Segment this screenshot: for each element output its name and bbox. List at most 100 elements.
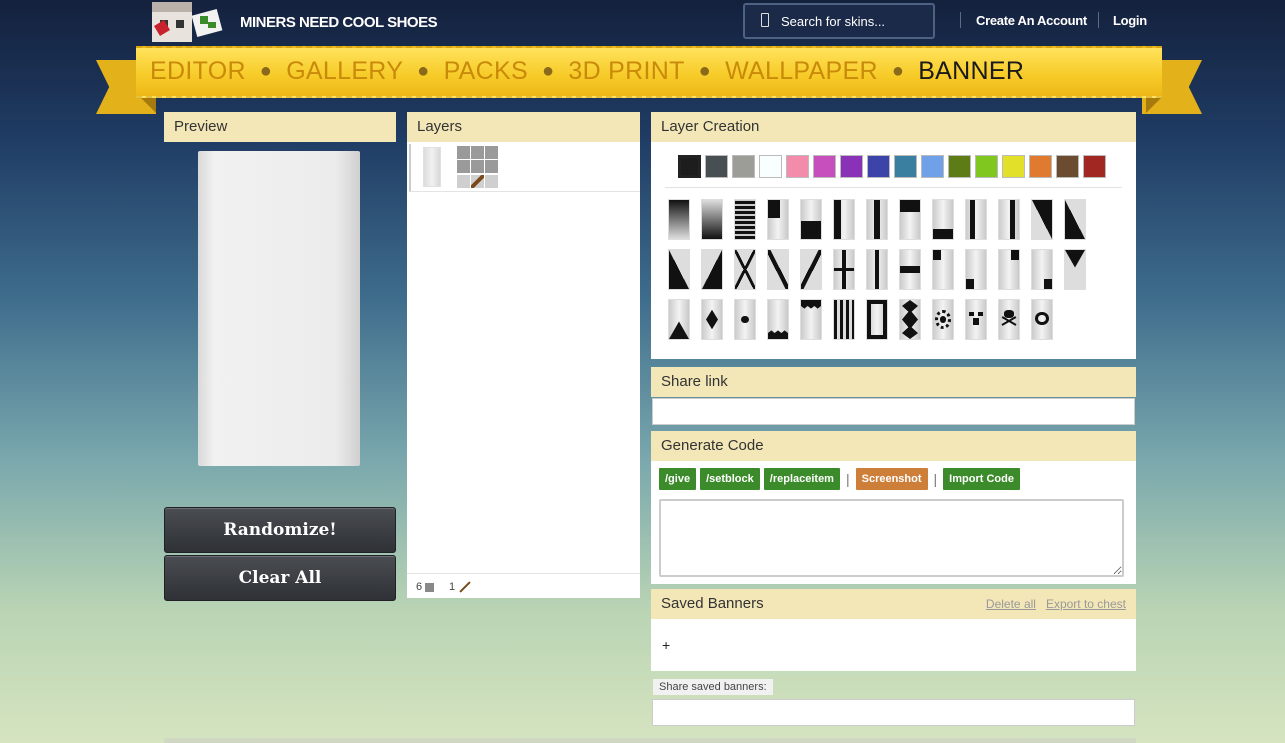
pattern-plus[interactable]: [833, 249, 855, 290]
separator: |: [845, 471, 850, 487]
stick-count: 1: [449, 581, 472, 593]
pattern-rhombus[interactable]: [701, 299, 723, 340]
color-swatch[interactable]: [1029, 155, 1052, 178]
color-swatch[interactable]: [1056, 155, 1079, 178]
color-swatch[interactable]: [813, 155, 836, 178]
logo-icon[interactable]: [150, 0, 228, 46]
nav-editor[interactable]: EDITOR: [150, 57, 246, 86]
pattern-bottom-stripe[interactable]: [932, 199, 954, 240]
pattern-border[interactable]: [866, 299, 888, 340]
nav-3d-print[interactable]: 3D PRINT: [568, 57, 684, 86]
add-saved-banner[interactable]: +: [662, 637, 670, 653]
pattern-bricks[interactable]: [734, 199, 756, 240]
nav-separator: ●: [259, 60, 273, 82]
code-output[interactable]: [659, 499, 1124, 577]
pattern-small-tl[interactable]: [932, 249, 954, 290]
color-palette: [678, 155, 1106, 178]
divider: [960, 12, 961, 28]
color-swatch[interactable]: [867, 155, 890, 178]
pattern-tri-left[interactable]: [668, 249, 690, 290]
color-swatch[interactable]: [921, 155, 944, 178]
replaceitem-button[interactable]: /replaceitem: [763, 468, 840, 490]
layers-panel: Layers 6 1: [407, 112, 640, 598]
pattern-creeper[interactable]: [965, 299, 987, 340]
pattern-grid: [668, 199, 1098, 340]
nav-gallery[interactable]: GALLERY: [286, 57, 403, 86]
share-link-input[interactable]: [652, 398, 1135, 425]
color-swatch[interactable]: [705, 155, 728, 178]
command-buttons: /give /setblock /replaceitem | Screensho…: [659, 468, 1020, 490]
crafting-grid-icon[interactable]: [457, 146, 499, 188]
pattern-small-bl[interactable]: [965, 249, 987, 290]
pattern-zigzag-bottom[interactable]: [767, 299, 789, 340]
share-saved-label: Share saved banners:: [653, 679, 773, 695]
pattern-flower[interactable]: [932, 299, 954, 340]
pattern-cross[interactable]: [734, 249, 756, 290]
pattern-tri-right[interactable]: [701, 249, 723, 290]
nav-separator: ●: [698, 60, 712, 82]
divider: [1098, 12, 1099, 28]
footer-strip: [164, 738, 1136, 743]
pattern-small-br[interactable]: [1031, 249, 1053, 290]
delete-all-link[interactable]: Delete all: [986, 597, 1036, 611]
pattern-diag-left[interactable]: [1064, 199, 1086, 240]
pattern-stripes[interactable]: [833, 299, 855, 340]
pattern-diag-thin-l[interactable]: [800, 249, 822, 290]
saved-banners-panel: Saved Banners Delete all Export to chest…: [651, 589, 1136, 671]
pattern-center-v[interactable]: [866, 199, 888, 240]
pattern-grad-top[interactable]: [668, 199, 690, 240]
color-swatch[interactable]: [975, 155, 998, 178]
share-saved-input[interactable]: [652, 699, 1135, 726]
pattern-diag-thin-r[interactable]: [767, 249, 789, 290]
color-swatch[interactable]: [786, 155, 809, 178]
generate-code-panel: Generate Code /give /setblock /replaceit…: [651, 431, 1136, 584]
pattern-grad-bottom[interactable]: [701, 199, 723, 240]
pattern-tri-top[interactable]: [1064, 249, 1086, 290]
nav-wallpaper[interactable]: WALLPAPER: [725, 57, 878, 86]
brand-name[interactable]: MINERS NEED COOL SHOES: [240, 14, 438, 31]
pattern-tri-bottom[interactable]: [668, 299, 690, 340]
login-link[interactable]: Login: [1113, 13, 1147, 28]
color-swatch[interactable]: [948, 155, 971, 178]
color-swatch[interactable]: [840, 155, 863, 178]
nav-packs[interactable]: PACKS: [444, 57, 528, 86]
pattern-mojang[interactable]: [1031, 299, 1053, 340]
search-box[interactable]: Search for skins...: [743, 3, 935, 39]
screenshot-button[interactable]: Screenshot: [855, 468, 928, 490]
layer-creation-title: Layer Creation: [651, 112, 1136, 142]
give-button[interactable]: /give: [659, 468, 697, 490]
pattern-horiz-center[interactable]: [899, 249, 921, 290]
pattern-top-half[interactable]: [899, 199, 921, 240]
pattern-zigzag-top[interactable]: [800, 299, 822, 340]
export-to-chest-link[interactable]: Export to chest: [1046, 597, 1126, 611]
color-swatch[interactable]: [1083, 155, 1106, 178]
nav-banner[interactable]: BANNER: [918, 57, 1024, 86]
pattern-diag-right[interactable]: [1031, 199, 1053, 240]
layer-row[interactable]: [409, 144, 640, 192]
pattern-bottom-half[interactable]: [800, 199, 822, 240]
color-swatch[interactable]: [894, 155, 917, 178]
pattern-center-left[interactable]: [965, 199, 987, 240]
pattern-circle[interactable]: [734, 299, 756, 340]
pattern-tl-quarter[interactable]: [767, 199, 789, 240]
color-swatch[interactable]: [732, 155, 755, 178]
color-swatch[interactable]: [759, 155, 782, 178]
wool-icon: [425, 582, 435, 592]
randomize-button[interactable]: Randomize!: [164, 507, 396, 553]
pattern-curly[interactable]: [899, 299, 921, 340]
search-placeholder[interactable]: Search for skins...: [781, 14, 885, 29]
setblock-button[interactable]: /setblock: [700, 468, 760, 490]
pattern-vert-center[interactable]: [866, 249, 888, 290]
nav-separator: ●: [541, 60, 555, 82]
share-link-title: Share link: [651, 367, 1136, 397]
saved-banners-actions: Delete all Export to chest: [986, 597, 1126, 611]
create-account-link[interactable]: Create An Account: [976, 13, 1087, 28]
pattern-right-stripe[interactable]: [998, 199, 1020, 240]
pattern-skull[interactable]: [998, 299, 1020, 340]
color-swatch[interactable]: [1002, 155, 1025, 178]
color-swatch[interactable]: [678, 155, 701, 178]
clear-all-button[interactable]: Clear All: [164, 555, 396, 601]
pattern-small-tr[interactable]: [998, 249, 1020, 290]
pattern-left-stripe[interactable]: [833, 199, 855, 240]
import-code-button[interactable]: Import Code: [943, 468, 1020, 490]
